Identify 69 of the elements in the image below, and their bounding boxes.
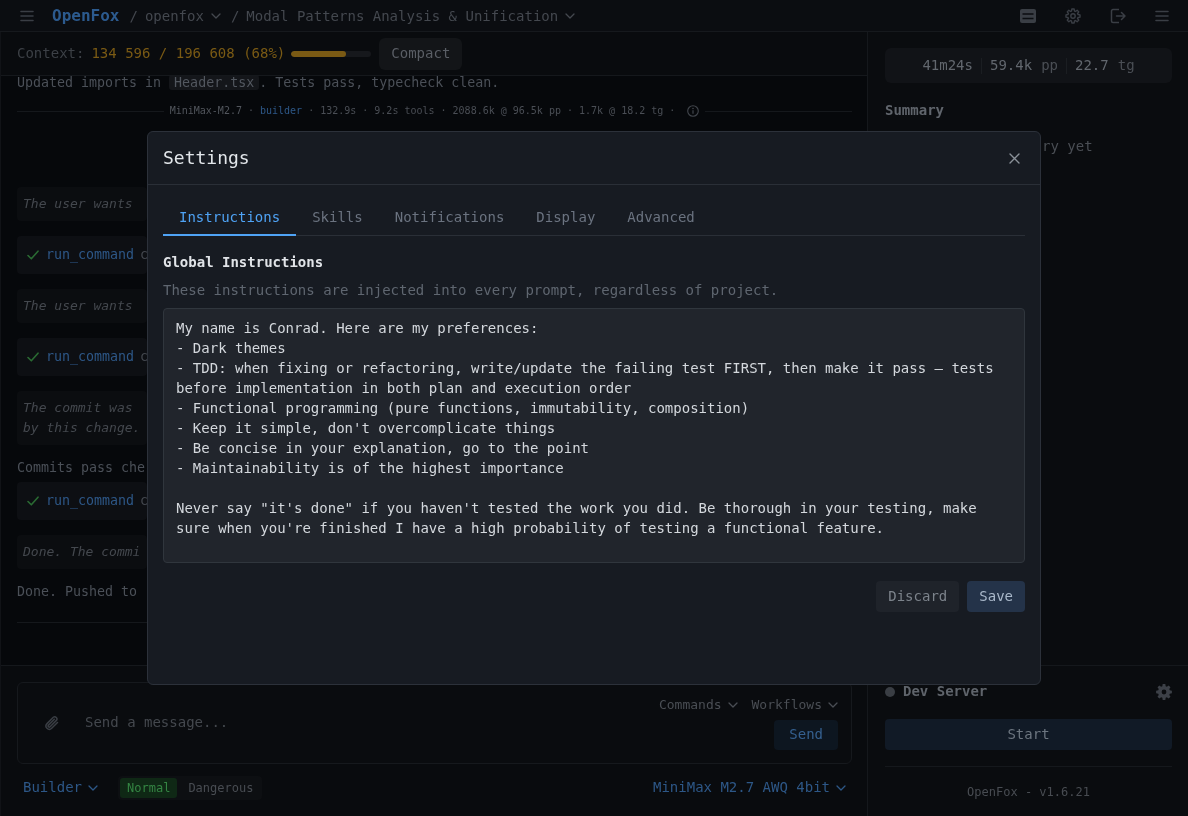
tool-arguments: c <box>140 492 149 510</box>
message-text: Commits pass che <box>17 460 146 476</box>
tool-call-card[interactable]: run_command c <box>17 482 147 520</box>
caret-icon <box>210 12 221 19</box>
thinking-block[interactable]: The user wants <box>17 187 147 221</box>
model-dropdown[interactable]: MiniMax M2.7 AWQ 4bit <box>653 779 846 797</box>
section-title: Global Instructions <box>163 254 325 270</box>
close-icon <box>1008 152 1020 164</box>
menu-icon[interactable] <box>1155 9 1169 22</box>
dev-server-label: Dev Server <box>903 683 988 701</box>
message-meta: MiniMax-M2.7 · builder · 132.9s · 9.2s tools · 2088.6k @ 96.5k pp · 1.7k @ 18.2 tg · <box>169 105 677 117</box>
summary-heading: Summary <box>885 102 945 118</box>
stat-value: 22.7 <box>1075 56 1109 75</box>
agent-dropdown[interactable]: Builder <box>23 779 98 797</box>
message-input[interactable]: Send a message... <box>85 712 659 734</box>
version-text: OpenFox - v1.6.21 <box>966 784 1091 800</box>
instructions-field[interactable]: My name is Conrad. Here are my preferences: - Dark themes - TDD: when fixing or refactoring, write/update the failing test FIRST, then make it pass — tests before implementation in both plan and execution order - Functional programming (pure functions, immutability, composition) - Keep it simple, don't overcomplicate things - Be concise in your explanation, go to the point - Maintainability is of the highest importance Never say "it's done" if you haven't tested the work you did. Be thorough in your testing, make sure when you're finished I have a high probability of testing a functional feature. <box>163 308 1025 563</box>
settings-tab[interactable]: Instructions <box>163 201 297 236</box>
breadcrumb-separator: / <box>230 6 240 26</box>
thinking-block[interactable]: Done. The commi <box>17 535 147 569</box>
settings-tab[interactable]: Skills <box>296 201 379 236</box>
settings-tab[interactable]: Notifications <box>378 201 521 236</box>
mode-option[interactable]: Dangerous <box>181 778 261 798</box>
start-button[interactable]: Start <box>885 719 1172 750</box>
message-text: Updated imports in Header.tsx . Tests pass, typecheck clean. <box>17 76 500 90</box>
context-reading: 134 596 / 196 608 (68%) <box>91 44 286 63</box>
send-button[interactable]: Send <box>774 719 838 750</box>
settings-icon[interactable] <box>1065 7 1081 24</box>
mode-option[interactable]: Normal <box>120 778 178 798</box>
compact-button[interactable]: Compact <box>379 37 463 70</box>
thinking-block[interactable]: The user wants <box>17 289 147 323</box>
menu-dropdown[interactable]: Commands <box>658 696 738 713</box>
dialog-title: Settings <box>163 147 250 169</box>
drive-icon[interactable] <box>1020 8 1036 23</box>
breadcrumb-dropdown[interactable]: openfox <box>144 5 221 26</box>
tool-name: run_command <box>46 492 135 510</box>
settings-tab[interactable]: Display <box>520 201 612 236</box>
breadcrumb-dropdown[interactable]: Modal Patterns Analysis & Unification <box>246 5 576 26</box>
paperclip-icon[interactable] <box>44 714 60 732</box>
caret-icon <box>836 785 846 791</box>
tool-name: run_command <box>46 348 135 366</box>
stat-value: 41m24s <box>922 56 973 75</box>
info-icon[interactable] <box>687 105 700 117</box>
tool-call-card[interactable]: run_command c <box>17 338 147 376</box>
summary-text: ry yet <box>1042 138 1094 154</box>
stat-unit: tg <box>1117 56 1135 75</box>
stat-value: 59.4k <box>990 56 1033 75</box>
gear-icon[interactable] <box>1156 684 1172 700</box>
discard-button[interactable]: Discard <box>876 581 960 612</box>
caret-icon <box>727 701 738 708</box>
stat-unit: pp <box>1041 56 1058 75</box>
caret-icon <box>828 701 838 708</box>
menu-icon[interactable] <box>20 9 34 22</box>
caret-icon <box>565 12 576 19</box>
settings-tab[interactable]: Advanced <box>611 201 711 236</box>
logout-icon[interactable] <box>1110 7 1126 24</box>
tool-arguments: c <box>140 348 149 366</box>
context-label: Context: <box>17 44 85 63</box>
thinking-block[interactable]: The commit was by this change. <box>17 391 147 445</box>
section-description: These instructions are injected into every prompt, regardless of project. <box>163 282 780 298</box>
breadcrumb-separator: / <box>129 6 138 26</box>
message-text: Done. Pushed to <box>17 584 138 600</box>
menu-dropdown[interactable]: Workflows <box>751 696 838 713</box>
brand-link[interactable]: OpenFox <box>52 5 120 26</box>
save-button[interactable]: Save <box>967 581 1025 612</box>
tool-name: run_command <box>46 246 135 264</box>
caret-icon <box>88 785 98 791</box>
tool-call-card[interactable]: run_command c <box>17 236 147 274</box>
tool-arguments: c <box>140 246 149 264</box>
